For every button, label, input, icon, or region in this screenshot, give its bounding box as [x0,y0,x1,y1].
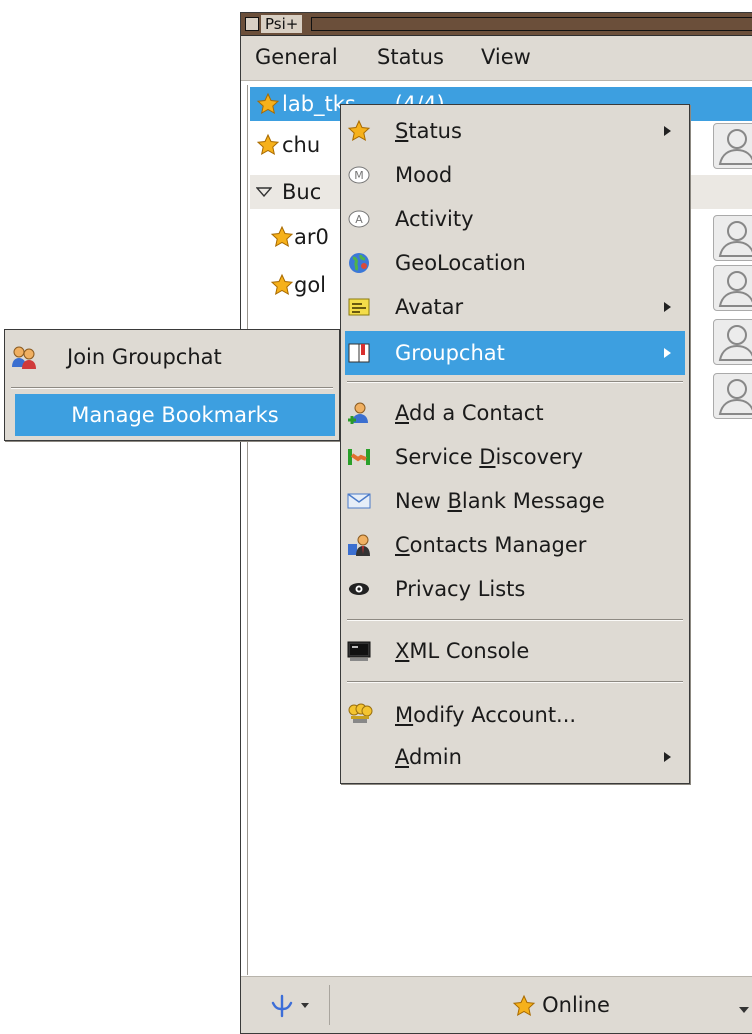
star-icon [256,133,280,157]
contact-name: ar0 [294,225,329,249]
submenu-arrow-icon [664,126,671,136]
contacts-manager-icon [347,533,371,557]
menu-item-service-discovery[interactable]: Service Discovery [345,435,685,479]
roster-contact-row[interactable]: ar0 [250,217,329,257]
book-icon [347,341,371,365]
submenu-arrow-icon [664,752,671,762]
svg-text:A: A [355,213,363,226]
menu-item-join-groupchat[interactable]: Join Groupchat [9,336,335,378]
menu-separator [11,387,333,389]
submenu-arrow-icon [664,348,671,358]
manage-bookmarks-label: Manage Bookmarks [71,403,279,427]
triangle-down-icon[interactable] [256,187,272,197]
new-message-label: New Blank Message [395,489,605,513]
avatar [713,215,752,261]
roster-contact-row[interactable]: gol [250,265,326,305]
activity-label: Activity [395,207,474,231]
handshake-icon [347,445,371,469]
star-icon [256,92,280,116]
submenu-arrow-icon [664,302,671,312]
groupchat-submenu: Join Groupchat Manage Bookmarks [4,329,340,441]
avatar-label: Avatar [395,295,464,319]
menu-item-admin[interactable]: Admin [345,735,685,779]
star-icon [347,119,371,143]
status-selector[interactable]: Online [361,985,752,1025]
status-bar: Online [241,976,752,1033]
mood-label: Mood [395,163,453,187]
avatar [713,373,752,419]
roster-contact-row[interactable]: chu [250,125,320,165]
menu-general[interactable]: General [255,44,338,70]
window-menu-icon[interactable] [245,17,259,31]
status-label: Online [542,993,610,1017]
psi-menu-button[interactable] [249,985,330,1025]
avatar [713,265,752,311]
menu-separator [347,681,683,683]
chevron-down-icon [301,1003,309,1008]
keys-icon [347,703,373,727]
menu-item-contacts-manager[interactable]: Contacts Manager [345,523,685,567]
envelope-icon [347,489,371,513]
menu-separator [347,619,683,621]
add-contact-label: Add a Contact [395,401,544,425]
contacts-manager-label: Contacts Manager [395,533,587,557]
menu-item-modify-account[interactable]: Modify Account... [345,693,685,737]
title-bar-stripes [311,17,752,31]
join-groupchat-label: Join Groupchat [67,345,222,369]
contact-name: chu [282,133,321,157]
groupchat-label: Groupchat [395,341,505,365]
menu-item-privacy-lists[interactable]: Privacy Lists [345,567,685,611]
status-label: Status [395,119,462,143]
modify-account-label: Modify Account... [395,703,577,727]
menu-item-new-message[interactable]: New Blank Message [345,479,685,523]
avatar-card-icon [347,295,371,319]
menu-item-mood[interactable]: M Mood [345,153,685,197]
xml-console-label: XML Console [395,639,530,663]
privacy-lists-label: Privacy Lists [395,577,526,601]
menu-item-manage-bookmarks[interactable]: Manage Bookmarks [15,394,335,436]
menu-item-xml-console[interactable]: XML Console [345,629,685,673]
menu-item-geolocation[interactable]: GeoLocation [345,241,685,285]
group-users-icon [11,345,36,369]
menu-item-status[interactable]: Status [345,109,685,153]
star-icon [270,273,294,297]
title-bar[interactable]: Psi+ [241,13,752,36]
window-title: Psi+ [261,15,303,33]
admin-label: Admin [395,745,462,769]
menu-item-activity[interactable]: A Activity [345,197,685,241]
mood-icon: M [347,163,371,187]
globe-icon [347,251,371,275]
contact-name: gol [294,273,327,297]
account-context-menu: Status M Mood A Activity GeoLocation Ava… [340,104,690,784]
menu-status[interactable]: Status [377,44,444,70]
geolocation-label: GeoLocation [395,251,526,275]
service-discovery-label: Service Discovery [395,445,584,469]
monitor-icon [347,639,371,663]
add-user-icon [347,401,371,425]
menu-bar: General Status View [241,36,752,81]
star-icon [270,225,294,249]
group-name: Buc [282,180,322,204]
menu-item-groupchat[interactable]: Groupchat [345,331,685,375]
chevron-down-icon [739,1007,749,1013]
eye-icon [347,577,371,601]
menu-separator [347,381,683,383]
avatar [713,319,752,365]
svg-text:M: M [354,169,364,182]
menu-item-add-contact[interactable]: Add a Contact [345,391,685,435]
menu-view[interactable]: View [481,44,531,70]
menu-item-avatar[interactable]: Avatar [345,285,685,329]
avatar [713,123,752,169]
psi-logo-icon [269,993,295,1019]
activity-icon: A [347,207,371,231]
star-icon [512,994,536,1018]
